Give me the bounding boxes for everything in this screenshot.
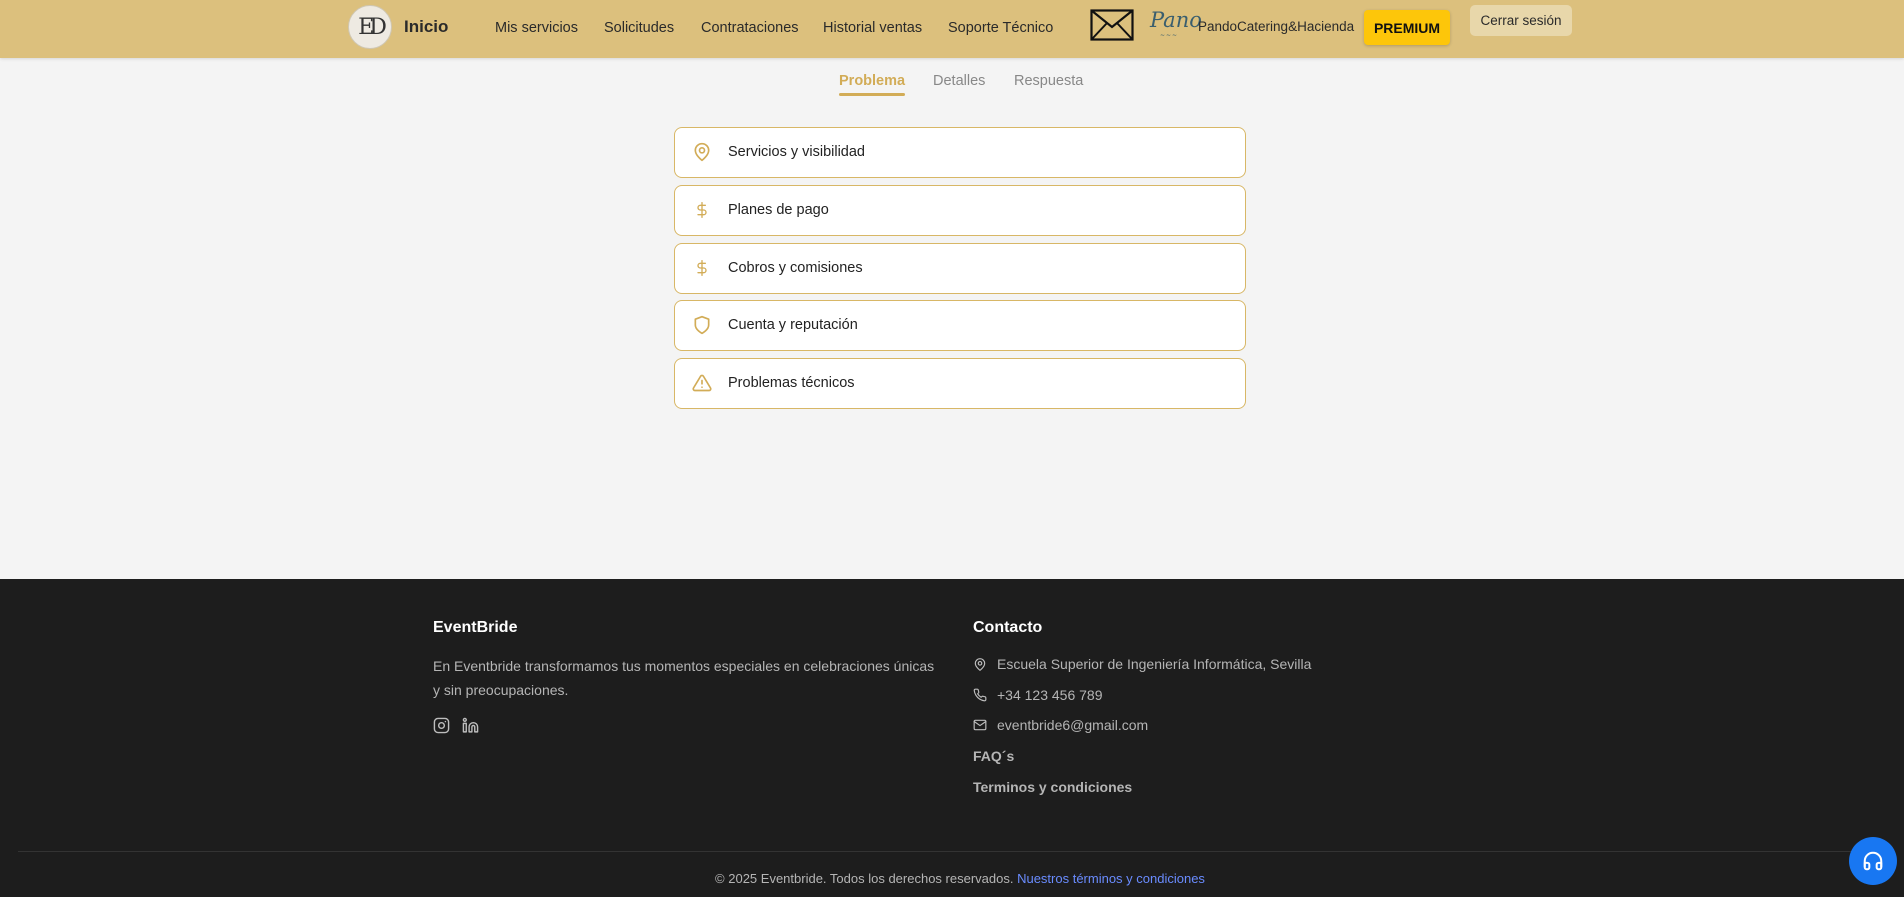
footer-divider [18,851,1886,852]
shield-icon [692,313,712,337]
category-label: Problemas técnicos [728,375,855,391]
business-logo-ornament: ~~~ [1160,32,1179,39]
faq-link[interactable]: FAQ´s [973,748,1014,764]
category-label: Planes de pago [728,202,829,218]
category-cobros-comisiones[interactable]: Cobros y comisiones [674,243,1246,294]
instagram-icon[interactable] [433,717,450,739]
active-tab-indicator [839,93,905,96]
business-logo-text: Pano [1150,8,1202,32]
nav-solicitudes[interactable]: Solicitudes [604,20,674,36]
mail-icon [973,719,987,731]
copyright-line: © 2025 Eventbride. Todos los derechos re… [0,871,1904,886]
eventbride-logo[interactable]: ED [348,5,392,49]
logout-button[interactable]: Cerrar sesión [1470,5,1572,36]
business-avatar[interactable]: Pano ~~~ [1150,8,1202,39]
mail-icon[interactable] [1090,9,1134,46]
phone-icon [973,688,987,702]
footer-description: En Eventbride transformamos tus momentos… [433,658,935,698]
tab-detalles[interactable]: Detalles [933,73,985,89]
category-label: Cobros y comisiones [728,260,863,276]
category-servicios-visibilidad[interactable]: Servicios y visibilidad [674,127,1246,178]
category-label: Servicios y visibilidad [728,144,865,160]
dollar-icon [692,198,712,222]
copyright-terms-link[interactable]: Nuestros términos y condiciones [1017,871,1205,886]
category-label: Cuenta y reputación [728,317,858,333]
address-text: Escuela Superior de Ingeniería Informáti… [997,656,1312,672]
phone-text: +34 123 456 789 [997,687,1103,703]
footer: EventBride En Eventbride transformamos t… [0,579,1904,897]
email-text: eventbride6@gmail.com [997,717,1149,733]
username[interactable]: PandoCatering&Hacienda [1198,19,1354,34]
premium-button[interactable]: PREMIUM [1364,10,1450,45]
category-problemas-tecnicos[interactable]: Problemas técnicos [674,358,1246,409]
copyright-text: © 2025 Eventbride. Todos los derechos re… [715,871,1014,886]
footer-brand: EventBride [433,619,518,636]
warning-icon [692,371,712,395]
footer-contact-title: Contacto [973,619,1043,636]
linkedin-icon[interactable] [462,717,479,739]
headset-icon [1863,851,1883,871]
nav-historial-ventas[interactable]: Historial ventas [823,20,922,36]
category-cuenta-reputacion[interactable]: Cuenta y reputación [674,300,1246,351]
terms-link[interactable]: Terminos y condiciones [973,779,1132,795]
map-pin-icon [974,658,986,671]
support-chat-button[interactable] [1849,837,1897,885]
top-navbar: ED Inicio Mis servicios Solicitudes Cont… [0,0,1904,58]
dollar-icon [692,256,712,280]
category-planes-pago[interactable]: Planes de pago [674,185,1246,236]
map-pin-icon [692,140,712,164]
tab-respuesta[interactable]: Respuesta [1014,73,1083,89]
logo-text: ED [358,14,387,40]
nav-inicio[interactable]: Inicio [404,17,448,37]
tab-problema[interactable]: Problema [839,73,905,89]
nav-contrataciones[interactable]: Contrataciones [701,20,799,36]
nav-soporte-tecnico[interactable]: Soporte Técnico [948,20,1053,36]
nav-mis-servicios[interactable]: Mis servicios [495,20,578,36]
